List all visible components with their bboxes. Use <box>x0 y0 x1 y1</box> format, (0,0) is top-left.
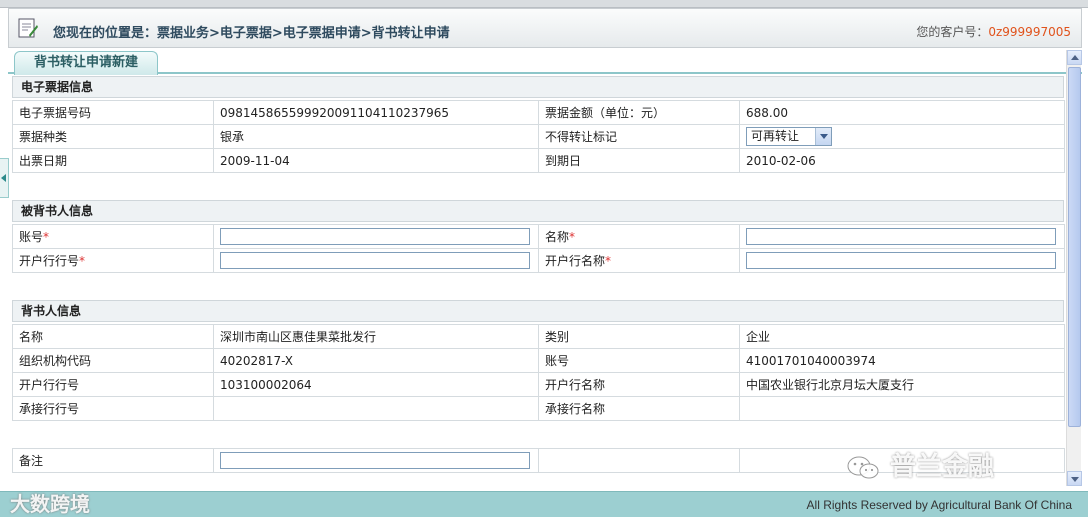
required-mark: * <box>569 230 576 244</box>
copyright-text: All Rights Reserved by Agricultural Bank… <box>806 498 1072 512</box>
endorser-account-label: 账号 <box>538 348 740 373</box>
watermark-bottom-left: 大数跨境 <box>10 492 90 516</box>
nontransfer-label: 不得转让标记 <box>538 124 740 149</box>
table-row: 名称 深圳市南山区惠佳果菜批发行 类别 企业 <box>12 324 1065 349</box>
nontransfer-cell: 可再转让 <box>739 124 1065 149</box>
chevron-down-icon[interactable] <box>815 128 831 145</box>
nontransfer-select[interactable]: 可再转让 <box>746 127 832 146</box>
required-mark: * <box>79 254 86 268</box>
vertical-scrollbar[interactable] <box>1066 50 1082 486</box>
endorser-category-value: 企业 <box>739 324 1065 349</box>
endorsee-account-label: 账号* <box>12 224 214 249</box>
endorsee-bank-no-cell <box>213 248 539 273</box>
table-row: 账号* 名称* <box>12 224 1065 249</box>
bill-type-value: 银承 <box>213 124 539 149</box>
location-label: 您现在的位置是： <box>53 26 158 41</box>
acceptor-name-label: 承接行名称 <box>538 396 740 421</box>
endorser-bank-no-label: 开户行行号 <box>12 372 214 397</box>
endorsee-account-cell <box>213 224 539 249</box>
required-mark: * <box>43 230 50 244</box>
amount-value: 688.00 <box>739 100 1065 125</box>
customer-number-value: 0z999997005 <box>988 25 1071 39</box>
section-title-bill-info: 电子票据信息 <box>12 76 1064 98</box>
scrollbar-thumb[interactable] <box>1068 67 1081 427</box>
endorsee-account-label-text: 账号 <box>19 230 44 244</box>
acceptor-no-label: 承接行行号 <box>12 396 214 421</box>
bill-info-table: 电子票据号码 098145865599920091104110237965 票据… <box>12 100 1065 173</box>
table-row: 出票日期 2009-11-04 到期日 2010-02-06 <box>12 148 1065 173</box>
endorsee-table: 账号* 名称* 开户行行号* 开户行名称* <box>12 224 1065 273</box>
endorser-account-value: 41001701040003974 <box>739 348 1065 373</box>
sidebar-collapse-handle[interactable] <box>0 158 9 198</box>
org-code-label: 组织机构代码 <box>12 348 214 373</box>
document-edit-icon <box>18 18 38 38</box>
tab-endorsement-new[interactable]: 背书转让申请新建 <box>14 51 158 75</box>
location-header: 您现在的位置是： 票据业务>电子票据>电子票据申请>背书转让申请 您的客户号：0… <box>8 8 1082 48</box>
section-title-endorsee: 被背书人信息 <box>12 200 1064 222</box>
tab-bar: 背书转让申请新建 <box>8 48 1082 75</box>
breadcrumb: 票据业务>电子票据>电子票据申请>背书转让申请 <box>157 26 450 41</box>
endorsee-name-label-text: 名称 <box>545 230 570 244</box>
endorser-bank-name-value: 中国农业银行北京月坛大厦支行 <box>739 372 1065 397</box>
table-row: 开户行行号 103100002064 开户行名称 中国农业银行北京月坛大厦支行 <box>12 372 1065 397</box>
bill-no-label: 电子票据号码 <box>12 100 214 125</box>
section-title-endorser: 背书人信息 <box>12 300 1064 322</box>
endorsee-bank-name-label: 开户行名称* <box>538 248 740 273</box>
acceptor-no-value <box>213 396 539 421</box>
customer-number: 您的客户号：0z999997005 <box>916 23 1071 40</box>
endorsee-bank-name-input[interactable] <box>746 252 1056 269</box>
table-row: 电子票据号码 098145865599920091104110237965 票据… <box>12 100 1065 125</box>
table-row: 组织机构代码 40202817-X 账号 41001701040003974 <box>12 348 1065 373</box>
remark-input[interactable] <box>220 452 530 469</box>
form-content: 电子票据信息 电子票据号码 09814586559992009110411023… <box>12 76 1065 476</box>
remark-cell <box>213 448 539 473</box>
endorser-bank-name-label: 开户行名称 <box>538 372 740 397</box>
endorsee-name-label: 名称* <box>538 224 740 249</box>
endorsee-bank-no-input[interactable] <box>220 252 530 269</box>
bill-type-label: 票据种类 <box>12 124 214 149</box>
footer: All Rights Reserved by Agricultural Bank… <box>0 491 1088 517</box>
customer-number-label: 您的客户号： <box>916 25 989 39</box>
table-row: 票据种类 银承 不得转让标记 可再转让 <box>12 124 1065 149</box>
endorser-name-value: 深圳市南山区惠佳果菜批发行 <box>213 324 539 349</box>
remark-label: 备注 <box>12 448 214 473</box>
endorsee-account-input[interactable] <box>220 228 530 245</box>
top-strip <box>0 0 1088 8</box>
endorsee-bank-name-label-text: 开户行名称 <box>545 254 606 268</box>
scroll-up-icon[interactable] <box>1067 50 1082 65</box>
table-row: 开户行行号* 开户行名称* <box>12 248 1065 273</box>
endorsee-bank-name-cell <box>739 248 1065 273</box>
endorsee-bank-no-label-text: 开户行行号 <box>19 254 80 268</box>
due-date-value: 2010-02-06 <box>739 148 1065 173</box>
endorser-bank-no-value: 103100002064 <box>213 372 539 397</box>
due-date-label: 到期日 <box>538 148 740 173</box>
nontransfer-selected-value: 可再转让 <box>751 129 800 143</box>
watermark-right: 普兰金融 <box>846 446 994 483</box>
endorser-name-label: 名称 <box>12 324 214 349</box>
issue-date-value: 2009-11-04 <box>213 148 539 173</box>
bill-no-value: 098145865599920091104110237965 <box>213 100 539 125</box>
issue-date-label: 出票日期 <box>12 148 214 173</box>
endorser-table: 名称 深圳市南山区惠佳果菜批发行 类别 企业 组织机构代码 40202817-X… <box>12 324 1065 421</box>
scroll-down-icon[interactable] <box>1067 471 1082 486</box>
table-row: 承接行行号 承接行名称 <box>12 396 1065 421</box>
endorsee-name-input[interactable] <box>746 228 1056 245</box>
wechat-icon <box>847 456 879 478</box>
endorsee-bank-no-label: 开户行行号* <box>12 248 214 273</box>
acceptor-name-value <box>739 396 1065 421</box>
endorsee-name-cell <box>739 224 1065 249</box>
endorser-category-label: 类别 <box>538 324 740 349</box>
org-code-value: 40202817-X <box>213 348 539 373</box>
empty-cell <box>538 448 740 473</box>
required-mark: * <box>605 254 612 268</box>
amount-label: 票据金额（单位：元） <box>538 100 740 125</box>
watermark-right-text: 普兰金融 <box>890 452 995 482</box>
